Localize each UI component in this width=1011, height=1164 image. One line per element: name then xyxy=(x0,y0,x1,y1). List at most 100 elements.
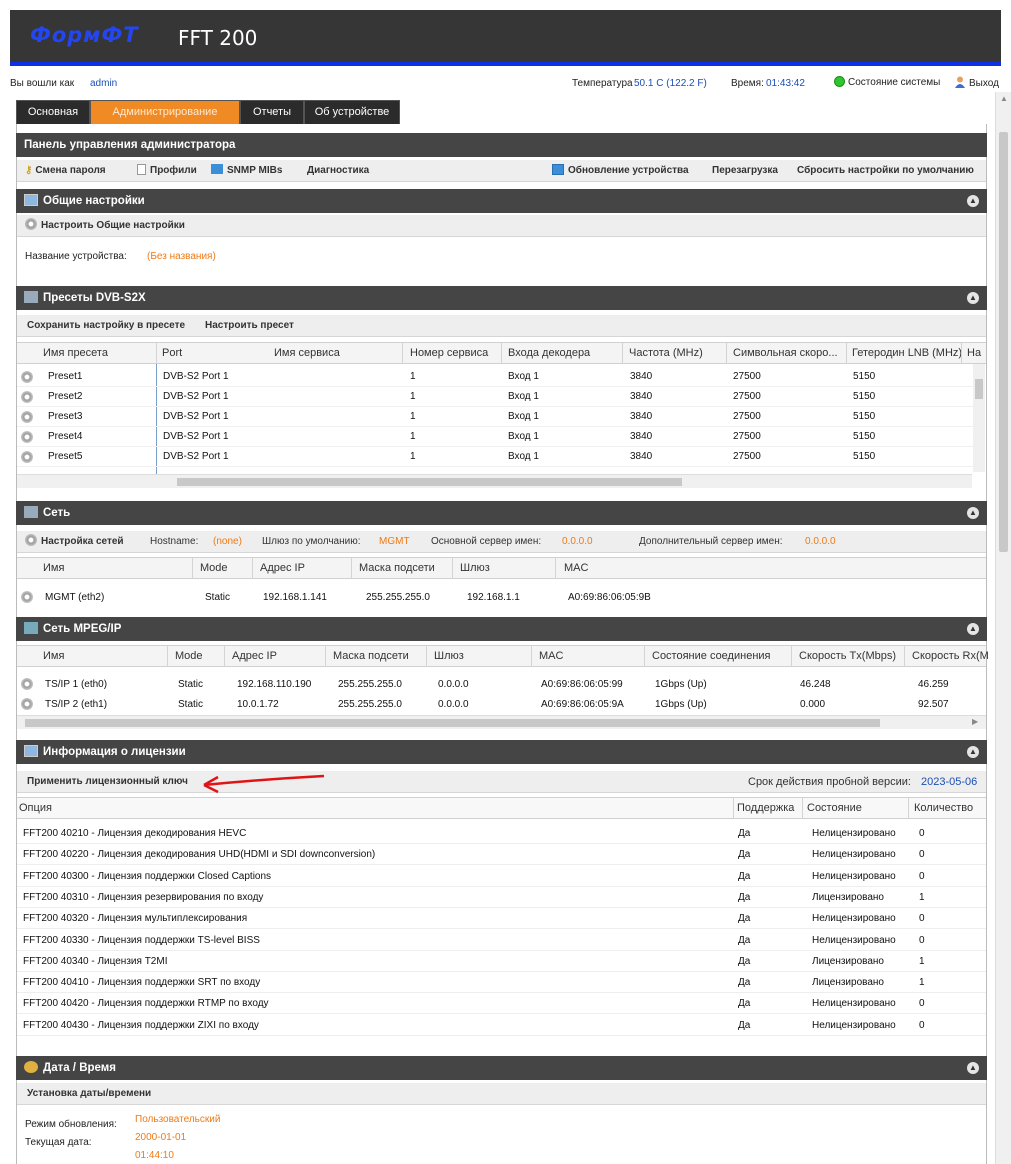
table-cell: 92.507 xyxy=(918,699,949,710)
col-header[interactable]: Поддержка xyxy=(737,802,794,814)
table-cell: Вход 1 xyxy=(508,391,539,402)
trial-expiry-value: 2023-05-06 xyxy=(921,776,978,788)
col-header[interactable]: Частота (MHz) xyxy=(629,347,703,359)
col-header[interactable]: MAC xyxy=(539,650,563,662)
table-cell: 0.0.0.0 xyxy=(438,699,469,710)
collapse-icon[interactable]: ▲ xyxy=(967,195,979,207)
col-header[interactable]: Маска подсети xyxy=(333,650,409,662)
col-header[interactable]: Состояние соединения xyxy=(652,650,771,662)
gear-icon[interactable] xyxy=(21,678,33,690)
collapse-icon[interactable]: ▲ xyxy=(967,507,979,519)
col-header[interactable]: Port xyxy=(162,347,182,359)
table-cell: 46.259 xyxy=(918,679,949,690)
presets-vscrollbar[interactable] xyxy=(973,364,985,472)
col-header[interactable]: Состояние xyxy=(807,802,862,814)
set-datetime-button[interactable]: Установка даты/времени xyxy=(27,1083,151,1105)
col-header[interactable]: Mode xyxy=(175,650,203,662)
reset-defaults-button[interactable]: Сбросить настройки по умолчанию xyxy=(797,160,974,182)
col-header[interactable]: Имя xyxy=(43,562,64,574)
save-preset-button[interactable]: Сохранить настройку в пресете xyxy=(27,315,185,337)
col-header[interactable]: Имя сервиса xyxy=(274,347,340,359)
table-cell: 1 xyxy=(919,977,925,989)
scroll-up-arrow-icon[interactable]: ▲ xyxy=(1000,94,1008,103)
table-row[interactable] xyxy=(17,367,973,387)
col-header[interactable]: На xyxy=(967,347,981,359)
snmp-mibs-button[interactable]: SNMP MIBs xyxy=(211,160,282,182)
col-header[interactable]: Имя пресета xyxy=(43,347,108,359)
col-header[interactable]: Mode xyxy=(200,562,228,574)
gear-icon[interactable] xyxy=(21,431,33,443)
table-cell: FFT200 40420 - Лицензия поддержки RTMP п… xyxy=(23,998,269,1010)
device-update-label: Обновление устройства xyxy=(568,165,689,176)
col-header[interactable]: Количество xyxy=(914,802,973,814)
mpeg-hscrollbar[interactable]: ▶ xyxy=(17,715,986,729)
table-row[interactable] xyxy=(17,695,986,715)
table-cell: 3840 xyxy=(630,451,653,462)
col-header[interactable]: Шлюз xyxy=(434,650,464,662)
col-header[interactable]: Скорость Rx(M xyxy=(912,650,989,662)
collapse-icon[interactable]: ▲ xyxy=(967,292,979,304)
tab-reports[interactable]: Отчеты xyxy=(240,100,304,124)
scroll-thumb[interactable] xyxy=(999,132,1008,552)
col-header[interactable]: Адрес IP xyxy=(232,650,277,662)
device-update-button[interactable]: Обновление устройства xyxy=(552,160,689,182)
diagnostics-button[interactable]: Диагностика xyxy=(307,160,369,182)
reboot-button[interactable]: Перезагрузка xyxy=(712,160,778,182)
change-password-button[interactable]: ⚷ Смена пароля xyxy=(25,160,106,182)
tab-main[interactable]: Основная xyxy=(16,100,90,124)
collapse-icon[interactable]: ▲ xyxy=(967,1062,979,1074)
col-header[interactable]: Маска подсети xyxy=(359,562,435,574)
gear-icon[interactable] xyxy=(21,591,33,603)
scroll-thumb[interactable] xyxy=(25,719,880,727)
presets-header: Пресеты DVB-S2X ▲ xyxy=(16,286,987,310)
apply-license-key-button[interactable]: Применить лицензионный ключ xyxy=(27,771,188,793)
table-row[interactable] xyxy=(17,447,973,467)
table-cell: Нелицензировано xyxy=(812,870,896,882)
logout-link[interactable]: Выход xyxy=(954,76,999,89)
col-header[interactable]: Скорость Tx(Mbps) xyxy=(799,650,896,662)
col-header[interactable]: Опция xyxy=(19,802,52,814)
scroll-thumb[interactable] xyxy=(975,379,983,399)
gear-icon[interactable] xyxy=(21,411,33,423)
scroll-right-arrow-icon[interactable]: ▶ xyxy=(972,717,978,726)
configure-preset-button[interactable]: Настроить пресет xyxy=(205,315,294,337)
general-settings-header: Общие настройки ▲ xyxy=(16,189,987,213)
gear-icon[interactable] xyxy=(21,698,33,710)
gear-icon[interactable] xyxy=(21,371,33,383)
user-bar: Вы вошли как admin Температура 50.1 C (1… xyxy=(10,76,1011,92)
table-row[interactable] xyxy=(17,427,973,447)
system-state-label: Состояние системы xyxy=(848,77,941,88)
col-header[interactable]: Номер сервиса xyxy=(410,347,488,359)
col-header[interactable]: Символьная скоро... xyxy=(733,347,838,359)
col-header[interactable]: MAC xyxy=(564,562,588,574)
tab-about[interactable]: Об устройстве xyxy=(304,100,400,124)
username-link[interactable]: admin xyxy=(90,78,117,89)
tab-administration[interactable]: Администрирование xyxy=(90,100,240,124)
profiles-button[interactable]: Профили xyxy=(137,160,197,182)
table-cell: Вход 1 xyxy=(508,371,539,382)
vertical-scrollbar[interactable]: ▲ xyxy=(995,92,1011,1164)
configure-general-button[interactable]: Настроить Общие настройки xyxy=(25,215,185,237)
presets-hscrollbar[interactable] xyxy=(17,474,972,488)
mpeg-table-header: Имя Mode Адрес IP Маска подсети Шлюз MAC… xyxy=(17,645,989,667)
collapse-icon[interactable]: ▲ xyxy=(967,746,979,758)
system-state-link[interactable]: Состояние системы xyxy=(834,76,940,88)
current-date-value: 2000-01-01 xyxy=(135,1132,187,1143)
table-row[interactable] xyxy=(17,387,973,407)
table-cell: TS/IP 1 (eth0) xyxy=(45,679,108,690)
col-header[interactable]: Шлюз xyxy=(460,562,490,574)
col-header[interactable]: Адрес IP xyxy=(260,562,305,574)
collapse-icon[interactable]: ▲ xyxy=(967,623,979,635)
scroll-thumb[interactable] xyxy=(177,478,682,486)
table-cell: Да xyxy=(738,955,751,967)
col-header[interactable]: Входа декодера xyxy=(508,347,590,359)
table-cell: 1 xyxy=(410,451,416,462)
table-cell: Да xyxy=(738,891,751,903)
table-row[interactable] xyxy=(17,675,986,695)
gear-icon[interactable] xyxy=(21,391,33,403)
configure-network-button[interactable]: Настройка сетей xyxy=(25,531,124,553)
col-header[interactable]: Гетеродин LNB (MHz) xyxy=(852,347,962,359)
table-row[interactable] xyxy=(17,407,973,427)
gear-icon[interactable] xyxy=(21,451,33,463)
col-header[interactable]: Имя xyxy=(43,650,64,662)
